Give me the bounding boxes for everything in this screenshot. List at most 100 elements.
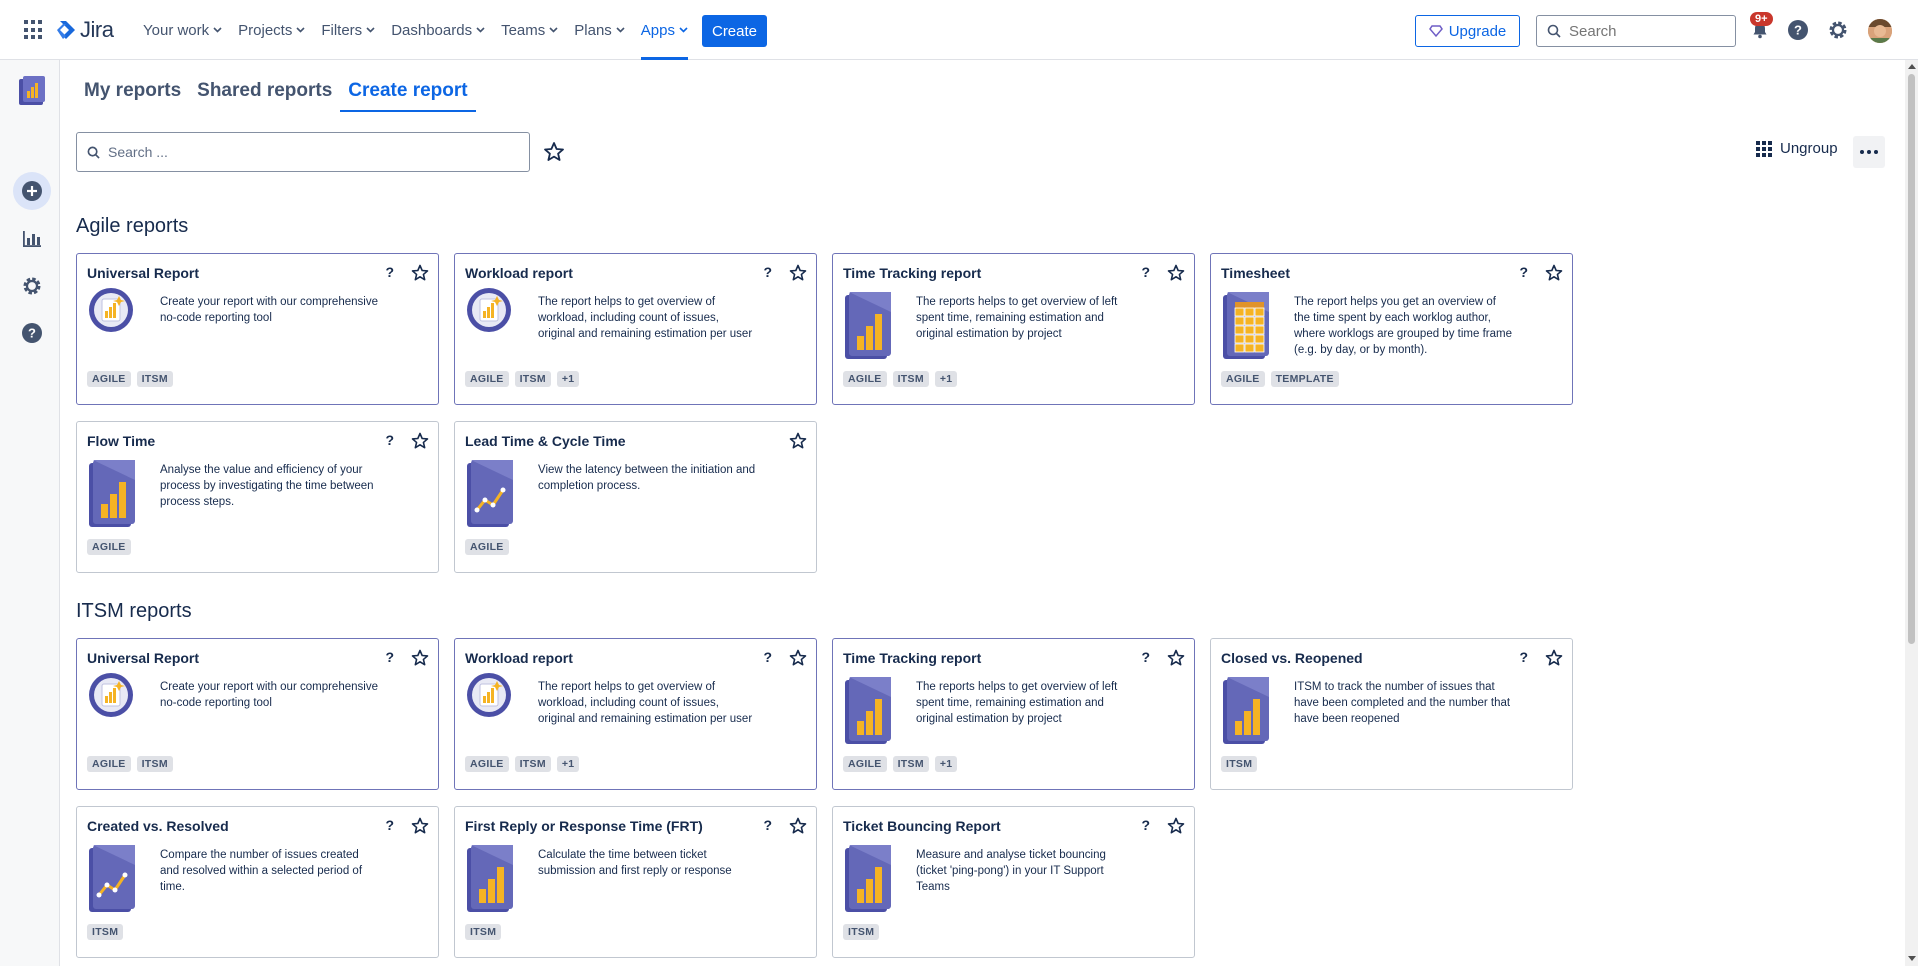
ungroup-button[interactable]: Ungroup — [1756, 140, 1838, 157]
nav-item-projects[interactable]: Projects — [230, 0, 313, 60]
favorite-star-icon[interactable] — [1544, 648, 1564, 668]
app-switcher-icon[interactable] — [24, 20, 44, 40]
question-mark-icon[interactable]: ? — [763, 817, 772, 833]
question-mark-icon[interactable]: ? — [763, 264, 772, 280]
report-card-description: The report helps to get overview of work… — [538, 681, 753, 725]
user-avatar[interactable] — [1868, 19, 1892, 43]
report-card-title: First Reply or Response Time (FRT) — [465, 818, 703, 834]
favorite-star-icon[interactable] — [410, 648, 430, 668]
favorite-star-icon[interactable] — [788, 431, 808, 451]
question-mark-icon[interactable]: ? — [385, 432, 394, 448]
tab-create-report[interactable]: Create report — [340, 74, 476, 112]
global-search[interactable] — [1536, 15, 1736, 47]
nav-item-label: Apps — [640, 21, 675, 39]
report-card-workload-report[interactable]: Workload report? The report helps to get … — [454, 638, 817, 790]
jira-logo[interactable]: Jira — [56, 17, 114, 43]
more-options-icon[interactable] — [1853, 136, 1885, 168]
favorites-star-icon[interactable] — [542, 140, 566, 164]
page-scrollbar[interactable] — [1905, 60, 1918, 966]
nav-item-apps[interactable]: Apps — [633, 0, 696, 60]
scrollbar-thumb[interactable] — [1908, 74, 1915, 644]
tag-badge: ITSM — [136, 756, 173, 772]
chevron-down-icon — [366, 25, 375, 36]
report-card-description: Calculate the time between ticket submis… — [538, 849, 732, 877]
report-card-lead-time-cycle-time[interactable]: Lead Time & Cycle Time View the latency b… — [454, 421, 817, 573]
report-card-tags: AGILE — [465, 539, 509, 555]
universal-report-icon — [465, 286, 513, 354]
tag-badge: +1 — [934, 756, 958, 772]
report-card-universal-report[interactable]: Universal Report? Create your report with… — [76, 638, 439, 790]
report-card-tags: AGILE TEMPLATE — [1221, 371, 1339, 387]
search-icon — [1547, 24, 1561, 38]
favorite-star-icon[interactable] — [1544, 263, 1564, 283]
tag-badge: ITSM — [465, 924, 502, 940]
question-mark-icon[interactable]: ? — [1141, 817, 1150, 833]
favorite-star-icon[interactable] — [1166, 263, 1186, 283]
favorite-star-icon[interactable] — [1166, 648, 1186, 668]
report-card-timesheet[interactable]: Timesheet? The report helps you get an ov… — [1210, 253, 1573, 405]
question-mark-icon[interactable]: ? — [385, 264, 394, 280]
report-card-flow-time[interactable]: Flow Time? Analyse the value and efficien… — [76, 421, 439, 573]
question-mark-icon[interactable]: ? — [385, 649, 394, 665]
bar-chart-report-icon — [843, 845, 891, 913]
sidebar-reports-chart-icon[interactable] — [13, 220, 51, 258]
tag-badge: ITSM — [514, 756, 551, 772]
question-mark-icon[interactable]: ? — [763, 649, 772, 665]
nav-item-your-work[interactable]: Your work — [135, 0, 230, 60]
primary-nav: Your work Projects Filters Dashboards Teams P… — [135, 0, 696, 60]
report-card-title: Ticket Bouncing Report — [843, 818, 1001, 834]
report-card-workload-report[interactable]: Workload report? The report helps to get … — [454, 253, 817, 405]
question-mark-icon[interactable]: ? — [1141, 264, 1150, 280]
notification-count-badge: 9+ — [1750, 12, 1773, 26]
reports-app-logo-icon[interactable] — [17, 75, 47, 107]
nav-item-label: Plans — [574, 21, 612, 39]
scroll-down-arrow-icon[interactable] — [1908, 956, 1916, 961]
nav-item-dashboards[interactable]: Dashboards — [383, 0, 493, 60]
nav-item-teams[interactable]: Teams — [493, 0, 566, 60]
report-card-first-reply-or-response-time-frt[interactable]: First Reply or Response Time (FRT)? Calcu… — [454, 806, 817, 958]
sidebar-settings-gear-icon[interactable] — [13, 267, 51, 305]
sidebar-create-report-icon[interactable] — [13, 172, 51, 210]
create-button[interactable]: Create — [702, 15, 767, 47]
favorite-star-icon[interactable] — [1166, 816, 1186, 836]
tag-badge: AGILE — [87, 539, 131, 555]
report-card-description: The reports helps to get overview of lef… — [916, 681, 1118, 725]
favorite-star-icon[interactable] — [788, 263, 808, 283]
report-card-time-tracking-report[interactable]: Time Tracking report? The reports helps t… — [832, 253, 1195, 405]
line-chart-report-icon — [87, 845, 135, 913]
tag-badge: AGILE — [465, 539, 509, 555]
timesheet-grid-icon — [1221, 292, 1269, 360]
tab-my-reports[interactable]: My reports — [76, 74, 189, 112]
favorite-star-icon[interactable] — [410, 263, 430, 283]
report-search[interactable] — [76, 132, 530, 172]
question-mark-icon[interactable]: ? — [1519, 264, 1528, 280]
report-card-created-vs-resolved[interactable]: Created vs. Resolved? Compare the number … — [76, 806, 439, 958]
nav-item-plans[interactable]: Plans — [566, 0, 633, 60]
report-card-description: Create your report with our comprehensiv… — [160, 681, 378, 709]
tag-badge: AGILE — [465, 371, 509, 387]
report-card-closed-vs-reopened[interactable]: Closed vs. Reopened? ITSM to track the nu… — [1210, 638, 1573, 790]
report-search-input[interactable] — [108, 144, 508, 160]
question-mark-icon[interactable]: ? — [1141, 649, 1150, 665]
question-mark-icon[interactable]: ? — [1519, 649, 1528, 665]
scroll-up-arrow-icon[interactable] — [1908, 64, 1916, 69]
favorite-star-icon[interactable] — [410, 431, 430, 451]
help-icon[interactable]: ? — [1786, 18, 1810, 42]
favorite-star-icon[interactable] — [410, 816, 430, 836]
question-mark-icon[interactable]: ? — [385, 817, 394, 833]
favorite-star-icon[interactable] — [788, 816, 808, 836]
search-icon — [87, 146, 100, 159]
upgrade-button[interactable]: Upgrade — [1415, 15, 1520, 47]
report-card-time-tracking-report[interactable]: Time Tracking report? The reports helps t… — [832, 638, 1195, 790]
favorite-star-icon[interactable] — [788, 648, 808, 668]
sidebar-help-icon[interactable]: ? — [13, 314, 51, 352]
settings-gear-icon[interactable] — [1826, 18, 1850, 42]
report-card-universal-report[interactable]: Universal Report? Create your report with… — [76, 253, 439, 405]
report-card-title: Workload report — [465, 650, 573, 666]
report-card-ticket-bouncing-report[interactable]: Ticket Bouncing Report? Measure and analy… — [832, 806, 1195, 958]
global-search-input[interactable] — [1569, 22, 1719, 40]
nav-item-filters[interactable]: Filters — [313, 0, 383, 60]
tab-shared-reports[interactable]: Shared reports — [189, 74, 340, 112]
top-navigation: Jira Your work Projects Filters Dashboards T… — [0, 0, 1918, 60]
tag-badge: AGILE — [843, 371, 887, 387]
